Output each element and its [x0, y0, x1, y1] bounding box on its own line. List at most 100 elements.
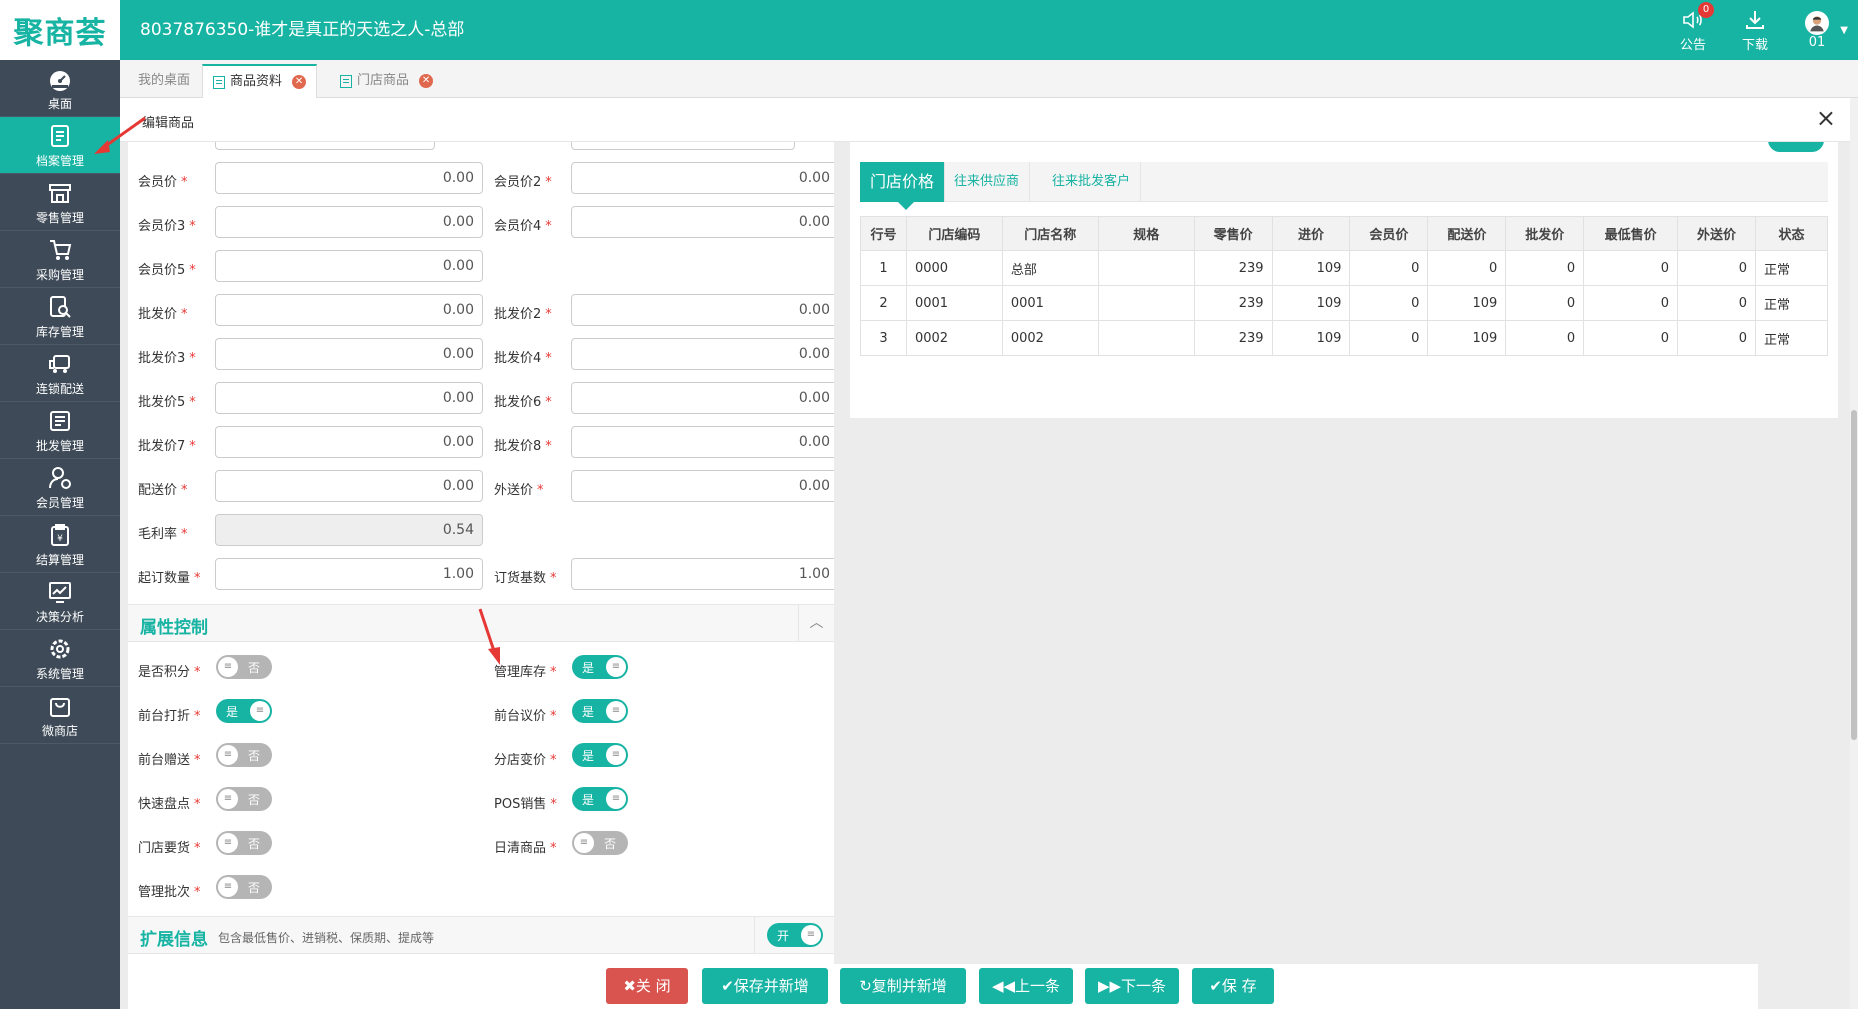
- document-icon: [51, 124, 69, 147]
- sidebar-item-settlement[interactable]: ¥ 结算管理: [0, 516, 120, 573]
- annotation-arrow: [94, 116, 146, 154]
- attribute-control-title: 属性控制: [140, 618, 208, 638]
- member-icon: [49, 466, 71, 489]
- table-row[interactable]: 1 0000 总部 239 109 0 0 0 0 0 正常: [860, 250, 1829, 286]
- document-icon: [340, 74, 352, 88]
- sidebar-item-retail[interactable]: 零售管理: [0, 174, 120, 231]
- sidebar-item-wholesale[interactable]: 批发管理: [0, 402, 120, 459]
- delivery-price-input[interactable]: 0.00: [215, 470, 483, 502]
- manage-stock-toggle[interactable]: 是 ≡: [572, 655, 628, 679]
- app-logo[interactable]: 聚商荟: [0, 0, 120, 60]
- sidebar-item-delivery[interactable]: 连锁配送: [0, 345, 120, 402]
- close-button[interactable]: ✖关 闭: [606, 968, 688, 1004]
- front-gift-toggle[interactable]: ≡ 否: [216, 743, 272, 767]
- notification-badge: 0: [1698, 1, 1714, 18]
- chevron-up-icon[interactable]: ︿: [798, 605, 834, 641]
- sidebar-item-purchase[interactable]: 采购管理: [0, 231, 120, 288]
- partial-input[interactable]: [571, 142, 795, 150]
- tab-store-products[interactable]: 门店商品 ✕: [330, 64, 443, 98]
- form-row: 配送价 * 0.00 外送价 * 0.00: [128, 470, 834, 502]
- form-row: 批发价 * 0.00 批发价2 * 0.00: [128, 294, 834, 326]
- wholesale-price7-input[interactable]: 0.00: [215, 426, 483, 458]
- branch-price-toggle[interactable]: 是 ≡: [572, 743, 628, 767]
- copy-and-new-button[interactable]: ↻复制并新增: [840, 968, 966, 1004]
- avatar: [1805, 10, 1829, 35]
- batch-manage-toggle[interactable]: ≡ 否: [216, 875, 272, 899]
- points-toggle[interactable]: ≡ 否: [216, 655, 272, 679]
- inventory-icon: [50, 295, 71, 318]
- wholesale-price3-input[interactable]: 0.00: [215, 338, 483, 370]
- sidebar-item-system[interactable]: 系统管理: [0, 630, 120, 687]
- sidebar-item-inventory[interactable]: 库存管理: [0, 288, 120, 345]
- chevron-down-icon: ▼: [1840, 24, 1848, 36]
- settlement-icon: ¥: [51, 523, 69, 546]
- tab-product-info[interactable]: 商品资料 ✕: [202, 64, 318, 98]
- pos-sale-toggle[interactable]: 是 ≡: [572, 787, 628, 811]
- download-icon: [1746, 10, 1764, 29]
- save-button[interactable]: ✔保 存: [1192, 968, 1274, 1004]
- form-row: 批发价5 * 0.00 批发价6 * 0.00: [128, 382, 834, 414]
- store-icon: [49, 183, 71, 203]
- sidebar-item-analysis[interactable]: 决策分析: [0, 573, 120, 630]
- close-editor-button[interactable]: ×: [1816, 104, 1836, 132]
- scrollbar-thumb[interactable]: [1851, 410, 1857, 740]
- form-row: 会员价 * 0.00 会员价2 * 0.00: [128, 162, 834, 194]
- extended-info-header: 扩展信息 包含最低售价、进销税、保质期、提成等 开 ≡: [128, 916, 834, 954]
- store-request-toggle[interactable]: ≡ 否: [216, 831, 272, 855]
- user-menu[interactable]: 01 ▼: [1786, 10, 1848, 50]
- next-button[interactable]: ▶▶下一条: [1085, 968, 1179, 1004]
- form-row: 批发价7 * 0.00 批发价8 * 0.00: [128, 426, 834, 458]
- save-and-new-button[interactable]: ✔保存并新增: [702, 968, 828, 1004]
- margin-rate-input: 0.54: [215, 514, 483, 546]
- tab-wholesale-customers[interactable]: 往来批发客户: [1042, 162, 1142, 202]
- extended-info-toggle[interactable]: 开 ≡: [767, 923, 823, 947]
- external-price-input[interactable]: 0.00: [571, 470, 834, 502]
- wholesale-price6-input[interactable]: 0.00: [571, 382, 834, 414]
- analysis-icon: [49, 581, 71, 603]
- announcement-button[interactable]: 0 公告: [1662, 1, 1724, 53]
- tab-store-price[interactable]: 门店价格: [860, 162, 946, 210]
- previous-button[interactable]: ◀◀上一条: [979, 968, 1073, 1004]
- tab-suppliers[interactable]: 往来供应商: [944, 162, 1031, 202]
- tab-my-desktop[interactable]: 我的桌面: [128, 64, 200, 98]
- dashboard-icon: [50, 70, 70, 91]
- close-icon[interactable]: ✕: [419, 74, 434, 88]
- wholesale-price-input[interactable]: 0.00: [215, 294, 483, 326]
- partial-input[interactable]: [215, 142, 435, 150]
- table-row[interactable]: 3 0002 0002 239 109 0 109 0 0 0 正常: [860, 320, 1829, 356]
- member-price4-input[interactable]: 0.00: [571, 206, 834, 238]
- main-content: 编辑商品 × 会员价 * 0.00 会员价2 * 0.00 会员价3 * 0.00 会…: [120, 98, 1850, 1009]
- scrollbar[interactable]: [1850, 98, 1858, 1009]
- other-info-toggle[interactable]: [1768, 142, 1824, 152]
- front-discount-toggle[interactable]: 是 ≡: [216, 699, 272, 723]
- truck-icon: [49, 354, 70, 373]
- top-actions: 0 公告 下载 01 ▼: [1662, 0, 1848, 60]
- form-row: 批发价3 * 0.00 批发价4 * 0.00: [128, 338, 834, 370]
- download-button[interactable]: 下载: [1724, 8, 1786, 53]
- wholesale-price4-input[interactable]: 0.00: [571, 338, 834, 370]
- editor-header: 编辑商品 ×: [120, 98, 1850, 142]
- table-row[interactable]: 2 0001 0001 239 109 0 109 0 0 0 正常: [860, 285, 1829, 321]
- min-order-qty-input[interactable]: 1.00: [215, 558, 483, 590]
- tab-bar: 我的桌面 商品资料 ✕ 门店商品 ✕: [120, 60, 1858, 98]
- order-base-input[interactable]: 1.00: [571, 558, 834, 590]
- member-price2-input[interactable]: 0.00: [571, 162, 834, 194]
- wholesale-price2-input[interactable]: 0.00: [571, 294, 834, 326]
- wholesale-price8-input[interactable]: 0.00: [571, 426, 834, 458]
- form-row-partial: [128, 142, 834, 150]
- sidebar-item-desktop[interactable]: 桌面: [0, 60, 120, 117]
- gear-icon: [50, 639, 70, 658]
- daily-clear-toggle[interactable]: ≡ 否: [572, 831, 628, 855]
- cart-icon: [50, 239, 72, 260]
- sidebar-item-microshop[interactable]: 微商店: [0, 687, 120, 744]
- member-price-input[interactable]: 0.00: [215, 162, 483, 194]
- member-price3-input[interactable]: 0.00: [215, 206, 483, 238]
- sidebar-item-member[interactable]: 会员管理: [0, 459, 120, 516]
- member-price5-input[interactable]: 0.00: [215, 250, 483, 282]
- attribute-row: 快速盘点 * ≡ 否 POS销售 * 是 ≡: [128, 784, 834, 816]
- other-info-title-partial: [864, 142, 1464, 152]
- quick-count-toggle[interactable]: ≡ 否: [216, 787, 272, 811]
- close-icon[interactable]: ✕: [292, 75, 307, 89]
- front-bargain-toggle[interactable]: 是 ≡: [572, 699, 628, 723]
- wholesale-price5-input[interactable]: 0.00: [215, 382, 483, 414]
